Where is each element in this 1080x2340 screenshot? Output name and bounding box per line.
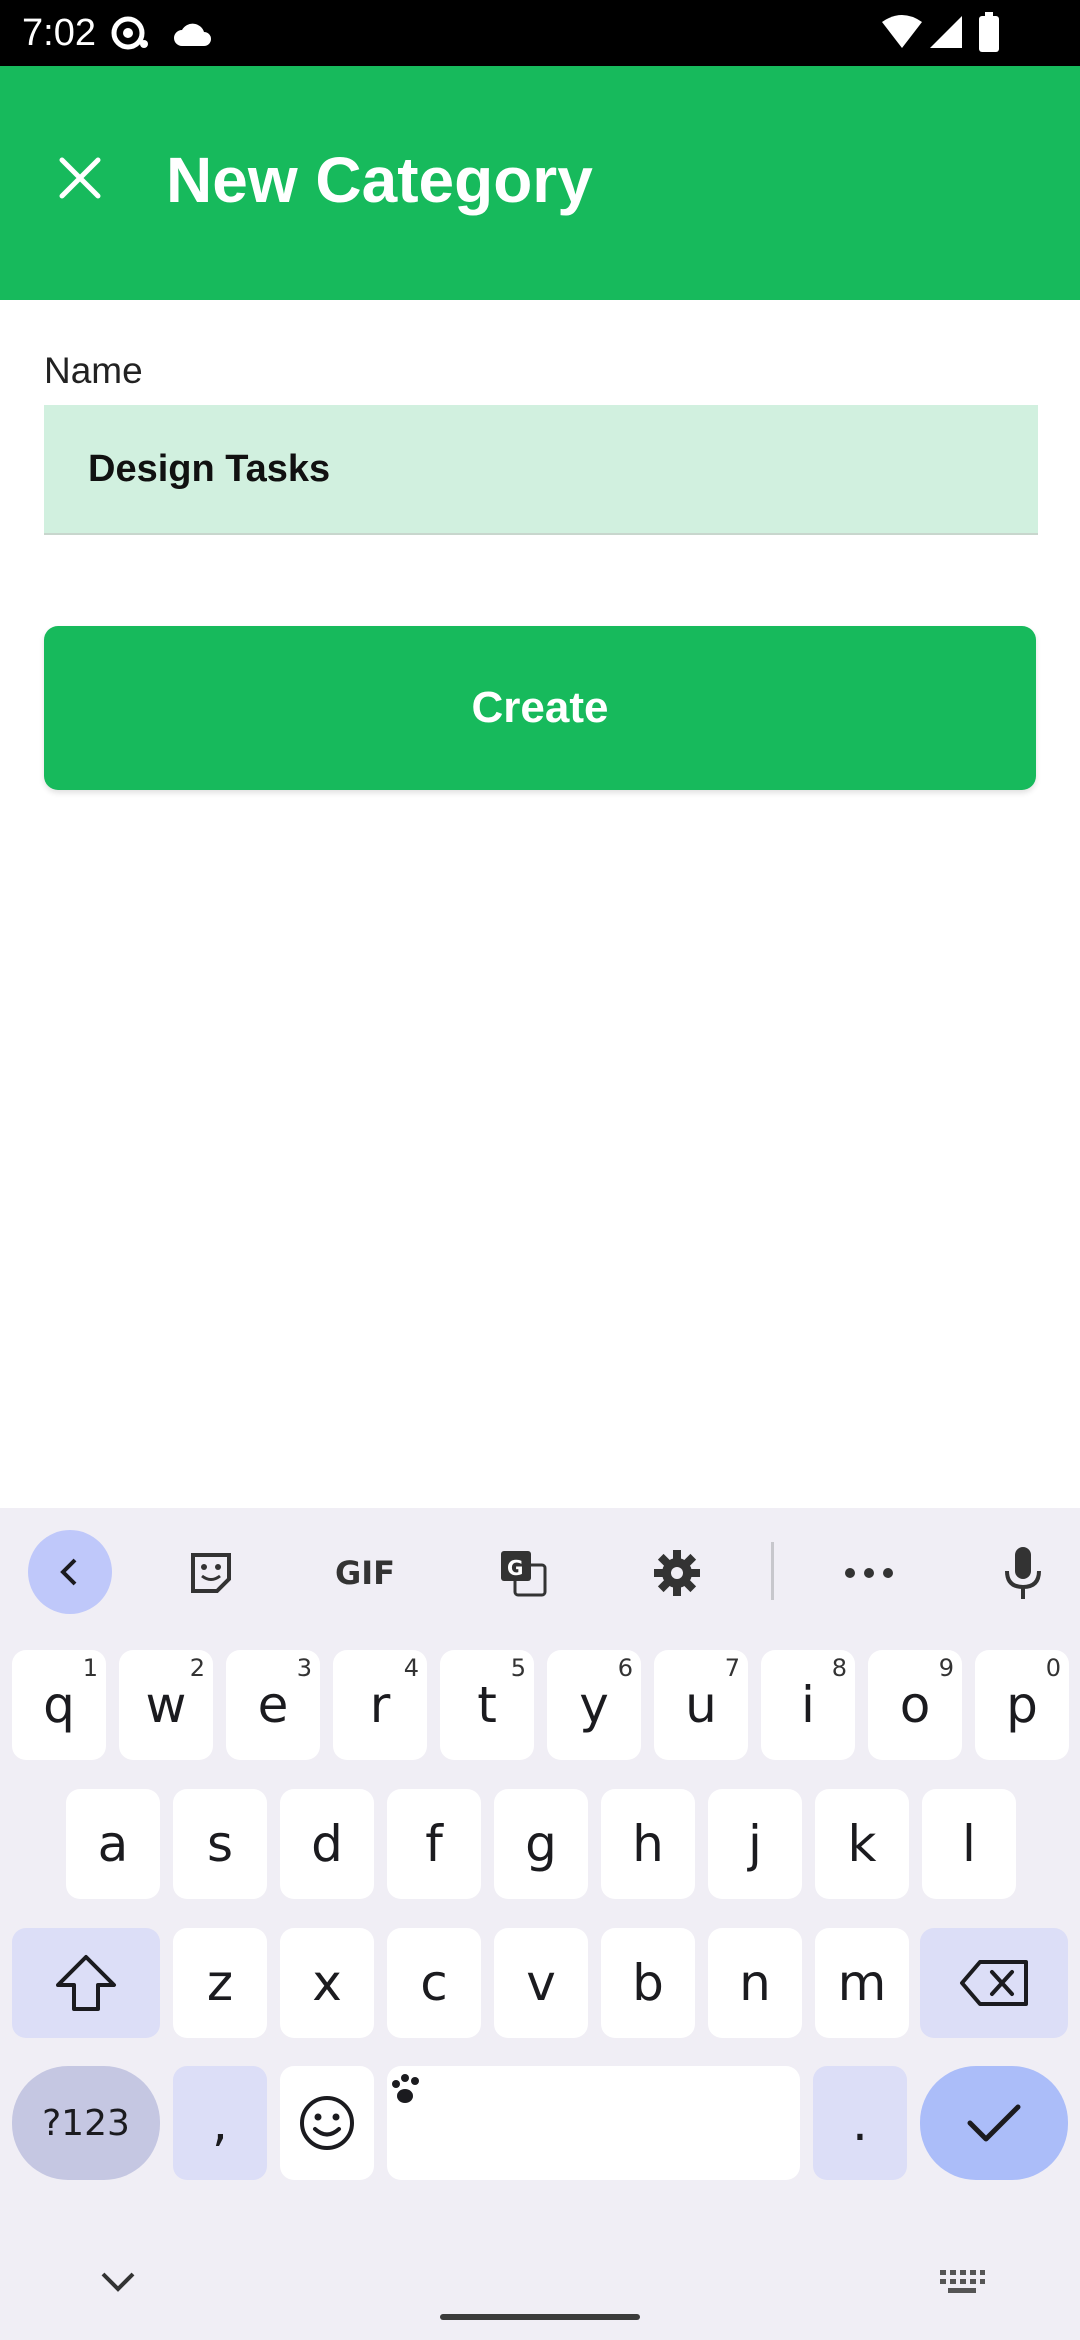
cloud-icon	[174, 23, 211, 46]
back-icon	[60, 1558, 77, 1586]
shift-key[interactable]	[12, 1928, 160, 2038]
key-b[interactable]: b	[601, 1928, 695, 2038]
key-g[interactable]: g	[494, 1789, 588, 1899]
key-u[interactable]: u7	[654, 1650, 748, 1760]
close-icon	[59, 157, 101, 199]
create-button[interactable]: Create	[44, 626, 1036, 790]
page-title: New Category	[166, 144, 593, 216]
key-c[interactable]: c	[387, 1928, 481, 2038]
key-r[interactable]: r4	[333, 1650, 427, 1760]
podcast-icon	[111, 16, 148, 50]
paw-icon	[392, 2074, 419, 2103]
emoji-icon	[300, 2096, 354, 2150]
enter-key[interactable]	[920, 2066, 1068, 2180]
signal-icon	[930, 16, 962, 48]
name-field[interactable]	[44, 405, 1038, 533]
key-n[interactable]: n	[708, 1928, 802, 2038]
key-o[interactable]: o9	[868, 1650, 962, 1760]
wifi-icon	[882, 15, 922, 48]
emoji-key[interactable]	[280, 2066, 374, 2180]
key-y[interactable]: y6	[547, 1650, 641, 1760]
key-d[interactable]: d	[280, 1789, 374, 1899]
more-button[interactable]	[834, 1538, 904, 1608]
status-time: 7:02	[22, 12, 96, 54]
key-i[interactable]: i8	[761, 1650, 855, 1760]
gif-label: GIF	[334, 1554, 396, 1592]
mic-icon	[1005, 1547, 1041, 1599]
settings-icon	[654, 1550, 700, 1596]
key-s[interactable]: s	[173, 1789, 267, 1899]
chevron-down-icon	[101, 2272, 135, 2292]
key-t[interactable]: t5	[440, 1650, 534, 1760]
status-bar: 7:02	[0, 0, 1080, 66]
key-p[interactable]: p0	[975, 1650, 1069, 1760]
keyboard-icon	[940, 2270, 985, 2293]
key-z[interactable]: z	[173, 1928, 267, 2038]
backspace-key[interactable]	[920, 1928, 1068, 2038]
more-icon	[845, 1568, 893, 1578]
backspace-icon	[960, 1960, 1028, 2006]
shift-icon	[56, 1955, 116, 2011]
navigation-handle[interactable]	[440, 2314, 640, 2320]
keyboard-back-button[interactable]	[28, 1530, 112, 1614]
keyboard-settings-button[interactable]	[642, 1538, 712, 1608]
check-icon	[967, 2104, 1021, 2142]
key-q[interactable]: q1	[12, 1650, 106, 1760]
key-l[interactable]: l	[922, 1789, 1016, 1899]
keyboard: GIF G q1 w 2 e 3 r 4 t 5 y 6 u 7 i 8 o 9…	[0, 1508, 1080, 2340]
keyboard-switch-button[interactable]	[930, 2254, 994, 2310]
translate-icon: G	[501, 1551, 547, 1597]
voice-input-button[interactable]	[988, 1536, 1058, 1610]
name-label: Name	[44, 350, 143, 391]
key-m[interactable]: m	[815, 1928, 909, 2038]
app-bar: New Category	[0, 66, 1080, 300]
sticker-icon	[191, 1553, 231, 1593]
key-x[interactable]: x	[280, 1928, 374, 2038]
key-h[interactable]: h	[601, 1789, 695, 1899]
translate-button[interactable]: G	[488, 1538, 558, 1608]
period-key[interactable]: .	[813, 2066, 907, 2180]
key-e[interactable]: e3	[226, 1650, 320, 1760]
space-key[interactable]	[387, 2066, 800, 2180]
key-k[interactable]: k	[815, 1789, 909, 1899]
hide-keyboard-button[interactable]	[90, 2254, 146, 2310]
svg-text:G: G	[507, 1556, 523, 1580]
symbols-key[interactable]: ?123	[12, 2066, 160, 2180]
comma-key[interactable]: ,	[173, 2066, 267, 2180]
key-v[interactable]: v	[494, 1928, 588, 2038]
key-a[interactable]: a	[66, 1789, 160, 1899]
key-w[interactable]: w2	[119, 1650, 213, 1760]
key-f[interactable]: f	[387, 1789, 481, 1899]
toolbar-divider	[771, 1542, 774, 1600]
close-button[interactable]	[40, 138, 120, 218]
sticker-button[interactable]	[176, 1538, 246, 1608]
gif-button[interactable]: GIF	[320, 1538, 410, 1608]
battery-icon	[979, 12, 999, 52]
key-j[interactable]: j	[708, 1789, 802, 1899]
name-field-container[interactable]	[44, 405, 1038, 535]
